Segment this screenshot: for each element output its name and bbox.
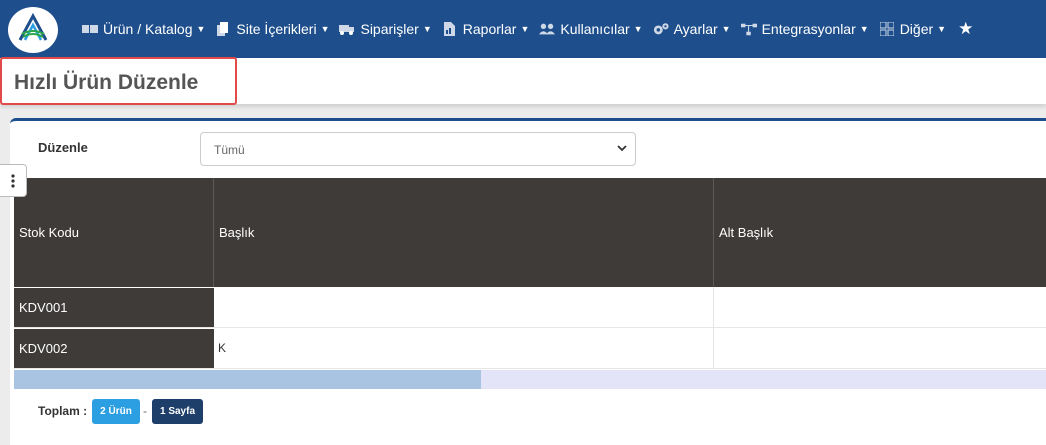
sitemap-icon bbox=[740, 22, 757, 36]
star-icon[interactable]: ★ bbox=[958, 19, 973, 39]
column-header-baslik[interactable]: Başlık bbox=[214, 178, 714, 287]
column-header-stok-kodu[interactable]: Stok Kodu bbox=[14, 178, 214, 287]
nav-item-diger[interactable]: Diğer ▼ bbox=[879, 21, 946, 37]
horizontal-scrollbar[interactable] bbox=[14, 370, 1046, 389]
report-icon bbox=[442, 22, 458, 36]
chevron-down-icon: ▼ bbox=[633, 24, 643, 34]
stock-code-cell: KDV002 bbox=[14, 328, 214, 368]
side-panel-toggle[interactable] bbox=[0, 164, 27, 197]
chevron-down-icon: ▼ bbox=[721, 24, 731, 34]
table-header-row: Stok Kodu Başlık Alt Başlık bbox=[14, 178, 1046, 287]
top-navbar: Ürün / Katalog ▼ Site İçerikleri ▼ Sipar… bbox=[0, 0, 1046, 58]
copy-icon bbox=[215, 22, 231, 36]
gears-icon bbox=[653, 22, 669, 36]
box-icon bbox=[82, 22, 98, 36]
chevron-down-icon: ▼ bbox=[320, 24, 330, 34]
nav-item-label: Siparişler bbox=[360, 21, 419, 37]
table-row: KDV002 K bbox=[14, 328, 1046, 369]
nav-item-label: Site İçerikleri bbox=[236, 21, 317, 37]
nav-item-label: Ürün / Katalog bbox=[103, 21, 193, 37]
select-value: Tümü bbox=[214, 143, 245, 157]
stock-code-cell: KDV001 bbox=[14, 287, 214, 327]
nav-item-raporlar[interactable]: Raporlar ▼ bbox=[442, 21, 530, 37]
nav-item-ayarlar[interactable]: Ayarlar ▼ bbox=[653, 21, 731, 37]
chevron-down-icon: ▼ bbox=[422, 24, 432, 34]
vertical-dots-icon bbox=[11, 173, 15, 188]
nav-menu: Ürün / Katalog ▼ Site İçerikleri ▼ Sipar… bbox=[82, 0, 973, 58]
nav-item-label: Diğer bbox=[899, 21, 934, 37]
separator: - bbox=[143, 404, 147, 418]
product-edit-table: Stok Kodu Başlık Alt Başlık KDV001 KDV00… bbox=[14, 178, 1046, 369]
product-count-badge: 2 Ürün bbox=[92, 399, 140, 424]
filter-label: Düzenle bbox=[38, 140, 88, 155]
nav-item-entegrasyonlar[interactable]: Entegrasyonlar ▼ bbox=[740, 21, 869, 37]
nav-item-urun-katalog[interactable]: Ürün / Katalog ▼ bbox=[82, 21, 205, 37]
subtitle-cell-input[interactable] bbox=[714, 287, 1046, 327]
grid-icon bbox=[879, 22, 895, 36]
nav-item-label: Entegrasyonlar bbox=[761, 21, 856, 37]
chevron-down-icon: ▼ bbox=[196, 24, 206, 34]
chevron-down-icon: ▼ bbox=[520, 24, 530, 34]
page-count-badge: 1 Sayfa bbox=[152, 399, 203, 424]
title-highlight-box bbox=[0, 57, 237, 105]
scrollbar-thumb[interactable] bbox=[14, 370, 481, 389]
column-header-alt-baslik[interactable]: Alt Başlık bbox=[714, 178, 1046, 287]
table-row: KDV001 bbox=[14, 287, 1046, 328]
users-icon bbox=[539, 22, 556, 36]
subtitle-cell-input[interactable] bbox=[714, 328, 1046, 368]
truck-icon bbox=[339, 22, 355, 36]
title-cell-input[interactable] bbox=[214, 287, 714, 327]
nav-item-kullanicilar[interactable]: Kullanıcılar ▼ bbox=[539, 21, 643, 37]
logo-icon bbox=[18, 12, 48, 41]
chevron-down-icon: ▼ bbox=[937, 24, 947, 34]
nav-item-siparisler[interactable]: Siparişler ▼ bbox=[339, 21, 432, 37]
brand-logo[interactable] bbox=[8, 7, 58, 53]
nav-item-site-icerikleri[interactable]: Site İçerikleri ▼ bbox=[215, 21, 329, 37]
chevron-down-icon: ▼ bbox=[859, 24, 869, 34]
total-label: Toplam : bbox=[38, 404, 88, 418]
chevron-down-icon bbox=[617, 145, 627, 152]
edit-filter-select[interactable]: Tümü bbox=[200, 132, 636, 166]
nav-item-label: Raporlar bbox=[462, 21, 517, 37]
title-cell-input[interactable]: K bbox=[214, 328, 714, 368]
nav-item-label: Ayarlar bbox=[673, 21, 718, 37]
nav-item-label: Kullanıcılar bbox=[560, 21, 630, 37]
